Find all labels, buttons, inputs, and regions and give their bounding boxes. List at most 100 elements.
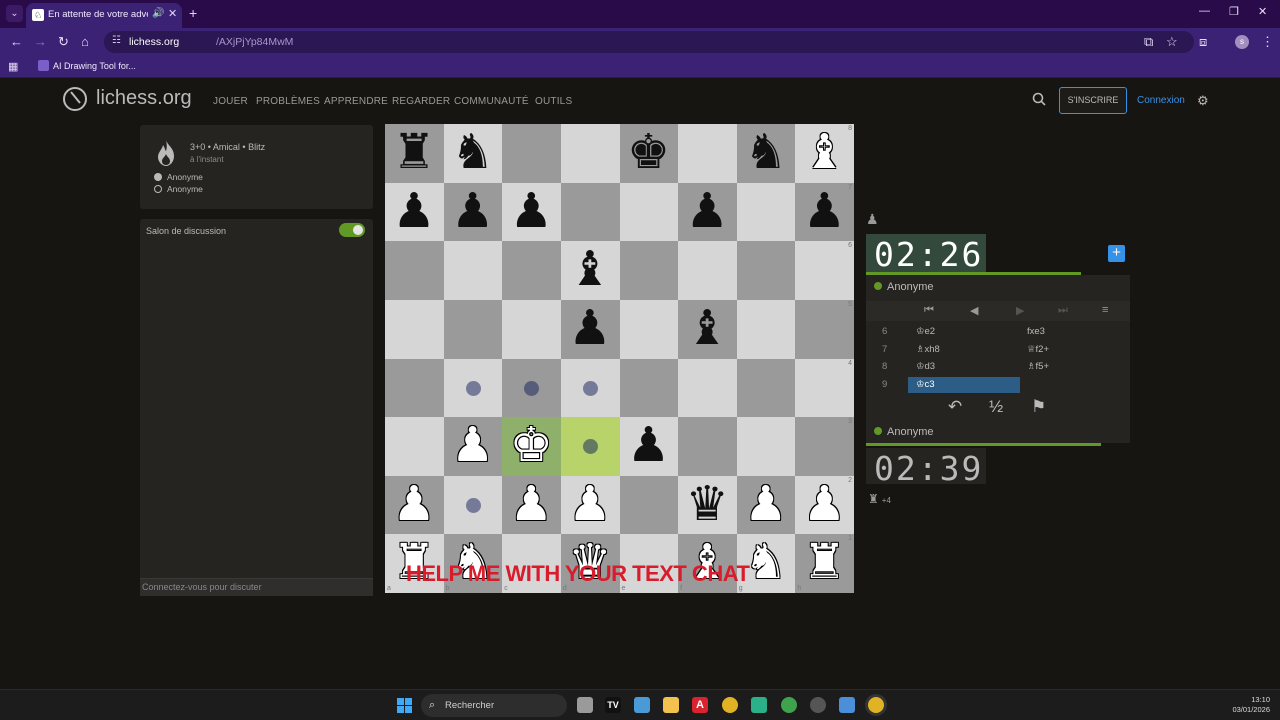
black-pawn-icon[interactable]: ♟ [502,183,560,241]
square-g7[interactable] [736,182,796,242]
profile-avatar[interactable]: s [1235,35,1249,49]
system-clock[interactable]: 13:10 03/01/2026 [1222,695,1270,715]
audio-icon[interactable]: 🔊 [152,8,164,19]
white-move[interactable]: ♔c3 [908,376,1020,393]
square-e5[interactable] [619,299,679,359]
draw-offer-icon[interactable]: ½ [989,397,1003,417]
square-g5[interactable] [736,299,796,359]
black-move[interactable]: ♗f5+ [1020,359,1049,375]
search-icon[interactable] [1032,92,1046,106]
tradingview-icon[interactable]: TV [605,697,621,713]
square-h6[interactable]: 6 [795,241,854,300]
black-pawn-icon[interactable]: ♟ [795,183,853,241]
chessboard[interactable]: ♜ ♞ ♚ ♞ ♝ 8 ♟ ♟ ♟ ♟ ♟ 7 ♝ 6 ♟ ♝ 5 4 ♟ ♚ ♟ 3 ♟ ♟ ♟ ♛ ♟ ♟ 2 ♜ a ♞ b c ♛ d e ♝ f ♞… [385,124,854,593]
lichess-logo-icon[interactable] [62,86,88,112]
close-window-button[interactable]: ✕ [1258,5,1267,18]
square-a6[interactable] [385,241,444,300]
add-time-button[interactable]: + [1108,245,1125,262]
maximize-button[interactable]: ❐ [1229,5,1239,18]
taskbar-search[interactable]: ⌕ Rechercher [421,694,567,717]
nav-outils[interactable]: OUTILS [535,96,572,107]
black-pawn-icon[interactable]: ♟ [620,417,678,475]
browser-tab[interactable]: ♘ En attente de votre advers 🔊 ✕ [26,3,182,28]
bookmark-star-icon[interactable]: ☆ [1166,34,1178,50]
windows-start-icon[interactable] [397,698,412,713]
legal-move-dot[interactable] [524,380,540,396]
next-move-icon[interactable]: ▶ [1016,304,1024,317]
extensions-icon[interactable]: ⧈ [1199,34,1207,50]
black-pawn-icon[interactable]: ♟ [678,183,736,241]
site-logo-text[interactable]: lichess.org [96,87,192,110]
square-a8[interactable]: ♜ [385,124,444,183]
square-b4[interactable] [443,358,503,418]
black-pawn-icon[interactable]: ♟ [385,183,443,241]
square-c2[interactable]: ♟ [502,475,561,535]
square-e4[interactable] [619,358,679,418]
square-b2[interactable] [443,475,503,535]
address-bar[interactable]: ☷ lichess.org /AXjPjYp84MwM [104,31,1194,53]
square-a3[interactable] [385,417,444,476]
apps-grid-icon[interactable]: ▦ [8,60,18,73]
square-h3[interactable]: 3 [795,417,854,476]
browser-menu-icon[interactable]: ⋮ [1261,34,1274,50]
legal-move-dot[interactable] [465,497,481,513]
black-move[interactable]: ♕f2+ [1020,342,1049,358]
black-pawn-icon[interactable]: ♟ [561,300,619,358]
square-h2[interactable]: ♟ 2 [795,475,854,535]
signup-button[interactable]: S'INSCRIRE [1059,87,1127,114]
square-b7[interactable]: ♟ [443,182,503,242]
bookmark-ai-drawing[interactable]: AI Drawing Tool for... [38,60,136,71]
white-pawn-icon[interactable]: ♟ [502,476,560,534]
file-explorer-icon[interactable] [663,697,679,713]
square-c8[interactable] [502,124,561,183]
nav-regarder[interactable]: REGARDER [392,96,450,107]
square-h5[interactable]: 5 [795,299,854,359]
black-pawn-icon[interactable]: ♟ [444,183,502,241]
site-info-icon[interactable]: ☷ [112,35,121,46]
square-g8[interactable]: ♞ [736,124,796,183]
player-name[interactable]: Anonyme [874,426,933,438]
nav-problemes[interactable]: PROBLÈMES [256,96,320,107]
legal-move-dot[interactable] [582,439,598,455]
forward-icon[interactable]: → [34,34,47,49]
square-c5[interactable] [502,299,561,359]
square-g4[interactable] [736,358,796,418]
opponent-name[interactable]: Anonyme [874,281,933,293]
cast-icon[interactable]: ⧉ [1144,34,1153,50]
white-pawn-icon[interactable]: ♟ [795,476,853,534]
minimize-button[interactable]: — [1199,5,1210,17]
black-queen-icon[interactable]: ♛ [678,476,736,534]
white-pawn-icon[interactable]: ♟ [561,476,619,534]
chrome-icon[interactable] [722,697,738,713]
takeback-icon[interactable]: ↶ [948,397,962,417]
store-icon[interactable] [634,697,650,713]
nav-apprendre[interactable]: APPRENDRE [324,96,388,107]
square-d4[interactable] [560,358,620,418]
square-b6[interactable] [443,241,503,300]
black-bishop-icon[interactable]: ♝ [561,241,619,299]
login-link[interactable]: Connexion [1137,95,1185,106]
prev-move-icon[interactable]: ◀ [970,304,978,317]
close-tab-icon[interactable]: ✕ [168,7,177,20]
menu-icon[interactable]: ≡ [1102,304,1108,316]
acrobat-icon[interactable]: A [692,697,708,713]
square-b5[interactable] [443,299,503,359]
square-d7[interactable] [560,182,620,242]
square-c7[interactable]: ♟ [502,182,561,242]
square-e8[interactable]: ♚ [619,124,679,183]
square-f8[interactable] [678,124,737,183]
black-move[interactable]: fxe3 [1020,324,1045,340]
resign-flag-icon[interactable]: ⚑ [1031,397,1046,417]
white-player[interactable]: Anonyme [154,172,203,182]
white-move[interactable]: ♔d3 [908,359,1020,375]
black-player[interactable]: Anonyme [154,184,203,194]
square-a5[interactable] [385,299,444,359]
square-h8[interactable]: ♝ 8 [795,124,854,183]
square-g3[interactable] [736,417,796,476]
square-c6[interactable] [502,241,561,300]
square-b8[interactable]: ♞ [443,124,503,183]
square-g6[interactable] [736,241,796,300]
square-f2[interactable]: ♛ [678,475,737,535]
square-f5[interactable]: ♝ [678,299,737,359]
gear-icon[interactable]: ⚙ [1197,93,1209,109]
